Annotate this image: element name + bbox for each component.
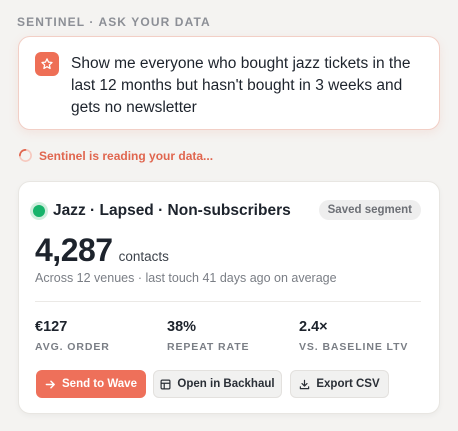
metric-repeat-rate: 38% REPEAT RATE [167, 319, 249, 353]
metric-label: VS. BASELINE LTV [299, 341, 409, 353]
metric-label: AVG. ORDER [35, 341, 110, 353]
metric-avg-order: €127 AVG. ORDER [35, 319, 110, 353]
segment-header: Jazz · Lapsed · Non-subscribers [33, 202, 291, 220]
open-in-backhaul-button[interactable]: Open in Backhaul [153, 370, 282, 398]
count-unit: contacts [118, 249, 169, 264]
query-card: Show me everyone who bought jazz tickets… [18, 36, 440, 130]
star-icon [35, 52, 59, 76]
button-label: Send to Wave [62, 378, 137, 390]
status-indicator: Sentinel is reading your data... [18, 148, 213, 163]
metric-label: REPEAT RATE [167, 341, 250, 353]
button-label: Open in Backhaul [177, 378, 275, 390]
send-to-wave-button[interactable]: Send to Wave [36, 370, 146, 398]
metric-baseline-ltv: 2.4× VS. BASELINE LTV [299, 319, 408, 353]
live-status-icon [33, 205, 45, 217]
segment-subtitle: Across 12 venues · last touch 41 days ag… [35, 271, 337, 285]
status-text: Sentinel is reading your data... [39, 148, 214, 163]
metric-value: 2.4× [299, 319, 328, 335]
spinner-icon [18, 148, 33, 163]
download-icon [299, 379, 310, 390]
button-label: Export CSV [316, 378, 380, 390]
saved-segment-badge: Saved segment [318, 200, 421, 220]
arrow-right-icon [45, 379, 56, 390]
query-text: Show me everyone who bought jazz tickets… [71, 55, 411, 116]
metric-value: €127 [35, 319, 68, 335]
table-icon [160, 379, 171, 390]
export-csv-button[interactable]: Export CSV [290, 370, 389, 398]
segment-card: Jazz · Lapsed · Non-subscribers Saved se… [18, 181, 440, 414]
segment-title: Jazz · Lapsed · Non-subscribers [53, 202, 291, 219]
contact-count: 4,287 contacts [35, 232, 169, 269]
divider [35, 301, 421, 302]
metric-value: 38% [167, 319, 197, 335]
page-title: SENTINEL · ASK YOUR DATA [17, 15, 211, 29]
count-value: 4,287 [35, 232, 113, 268]
